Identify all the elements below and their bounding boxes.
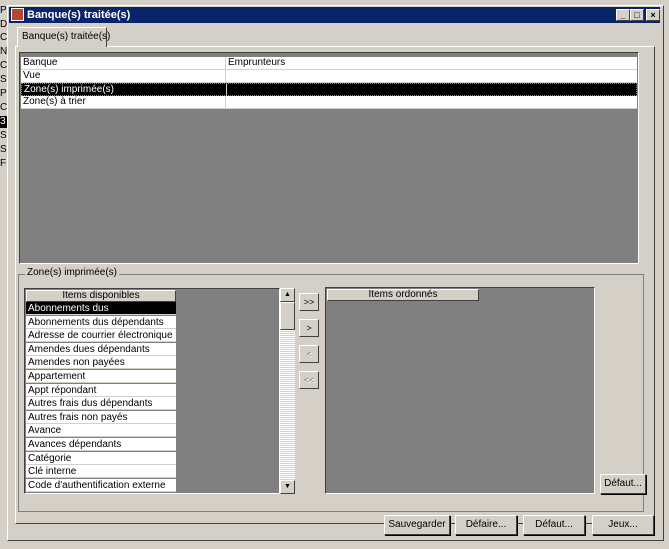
list-item[interactable]: Avance — [26, 424, 176, 438]
sets-button[interactable]: Jeux... — [592, 515, 654, 535]
list-item[interactable]: Avances dépendants — [26, 438, 176, 451]
list-item[interactable]: Appt répondant — [26, 383, 176, 397]
grid-row-value[interactable] — [226, 70, 636, 83]
list-item[interactable]: Appartement — [26, 370, 176, 383]
add-all-button[interactable]: >> — [299, 293, 319, 311]
list-item[interactable]: Amendes dues dépendants — [26, 342, 176, 356]
list-item[interactable]: Adresse de courrier électronique — [26, 329, 176, 343]
minimize-icon: _ — [620, 10, 626, 20]
ordered-items-list[interactable] — [325, 287, 595, 494]
zone-default-button[interactable]: Défaut... — [600, 474, 646, 494]
default-button[interactable]: Défaut... — [523, 515, 585, 535]
scroll-up-icon: ▲ — [284, 291, 291, 298]
grid-row-label: Zone(s) à trier — [21, 96, 226, 109]
group-title: Zone(s) imprimée(s) — [25, 267, 120, 278]
list-item[interactable]: Code d'authentification externe — [26, 478, 176, 492]
close-icon: × — [650, 10, 656, 20]
grid-row[interactable]: Zone(s) à trier — [21, 96, 637, 109]
close-button[interactable]: × — [646, 9, 660, 21]
add-button[interactable]: > — [299, 319, 319, 337]
grid-row-value[interactable] — [226, 96, 636, 109]
app-icon — [11, 8, 24, 21]
title-bar[interactable]: Banque(s) traitée(s) _ □ × — [9, 7, 660, 23]
tab-banques-traitees[interactable]: Banque(s) traitée(s) — [17, 27, 111, 47]
list-item[interactable]: Autres frais non payés — [26, 410, 176, 424]
available-list-scrollbar[interactable]: ▲ ▼ — [280, 288, 295, 494]
grid-row[interactable]: Banque Emprunteurs — [21, 57, 637, 70]
scroll-down-button[interactable]: ▼ — [280, 480, 295, 494]
remove-button[interactable]: < — [299, 345, 319, 363]
list-item[interactable]: Autres frais dus dépendants — [26, 397, 176, 411]
window-title: Banque(s) traitée(s) — [27, 9, 131, 21]
list-item[interactable]: Clé interne — [26, 465, 176, 479]
remove-all-button[interactable]: << — [299, 371, 319, 389]
scroll-thumb[interactable] — [280, 302, 295, 330]
list-item[interactable]: Catégorie — [26, 451, 176, 465]
save-button[interactable]: Sauvegarder — [384, 515, 450, 535]
grid-row[interactable]: Vue — [21, 70, 637, 83]
grid-row[interactable]: Zone(s) imprimée(s) — [21, 83, 637, 97]
tab-label: Banque(s) traitée(s) — [22, 31, 111, 42]
ordered-items-header[interactable]: Items ordonnés — [327, 289, 479, 301]
scroll-up-button[interactable]: ▲ — [280, 288, 295, 302]
scroll-down-icon: ▼ — [284, 483, 291, 490]
grid-row-value[interactable]: Emprunteurs — [226, 57, 636, 70]
maximize-icon: □ — [634, 10, 640, 20]
list-item[interactable]: Abonnements dus dépendants — [26, 315, 176, 329]
available-items-header[interactable]: Items disponibles — [26, 290, 176, 302]
undo-button[interactable]: Défaire... — [455, 515, 517, 535]
maximize-button[interactable]: □ — [630, 9, 644, 21]
grid-row-label: Banque — [21, 57, 226, 70]
list-item[interactable]: Amendes non payées — [26, 356, 176, 370]
minimize-button[interactable]: _ — [616, 9, 630, 21]
grid-row-label: Vue — [21, 70, 226, 83]
list-item[interactable]: Abonnements dus — [26, 302, 176, 315]
